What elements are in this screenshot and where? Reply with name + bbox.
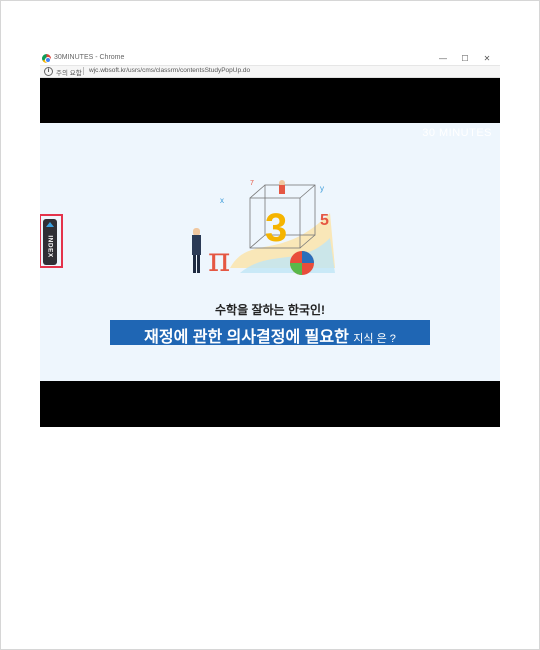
chrome-icon [42,54,51,63]
url-text[interactable]: wjc.wbsoft.kr/usrs/cms/classrm/contentsS… [89,67,250,74]
headline-tail: 지식 은 ? [353,333,396,345]
close-button[interactable]: ✕ [476,52,498,65]
headline-main: 재정에 관한 의사결정에 필요한 [144,329,349,346]
headline-text: 재정에 관한 의사결정에 필요한 지식 은 ? [110,323,430,347]
video-subtitle: 수학을 잘하는 한국인! [214,303,326,317]
security-warning[interactable]: 주의 요함 [56,67,82,77]
headline-banner: 재정에 관한 의사결정에 필요한 지식 은 ? [110,320,430,347]
svg-text:y: y [320,184,324,193]
math-illustration: 3 π 5 x y 7 [192,180,335,280]
maximize-button[interactable]: ☐ [454,52,476,65]
svg-text:7: 7 [250,180,254,187]
svg-text:x: x [220,196,224,205]
watermark: 30 MINUTES [422,127,492,139]
index-highlight-box [40,214,63,268]
address-divider [83,67,84,75]
window-title: 30MINUTES - Chrome [54,54,125,61]
svg-text:5: 5 [320,212,329,229]
title-bar: 30MINUTES - Chrome — ☐ ✕ [40,52,500,66]
minimize-button[interactable]: — [432,52,454,65]
svg-text:3: 3 [265,206,287,250]
address-bar[interactable]: i 주의 요함 wjc.wbsoft.kr/usrs/cms/classrm/c… [40,66,500,78]
video-frame[interactable]: 30 MINUTES 3 π 5 x y 7 수학을 잘하는 한국인! 재정에 … [40,123,500,381]
browser-popup-window: 30MINUTES - Chrome — ☐ ✕ i 주의 요함 wjc.wbs… [40,52,500,427]
svg-text:π: π [208,240,230,280]
info-icon[interactable]: i [44,67,53,76]
